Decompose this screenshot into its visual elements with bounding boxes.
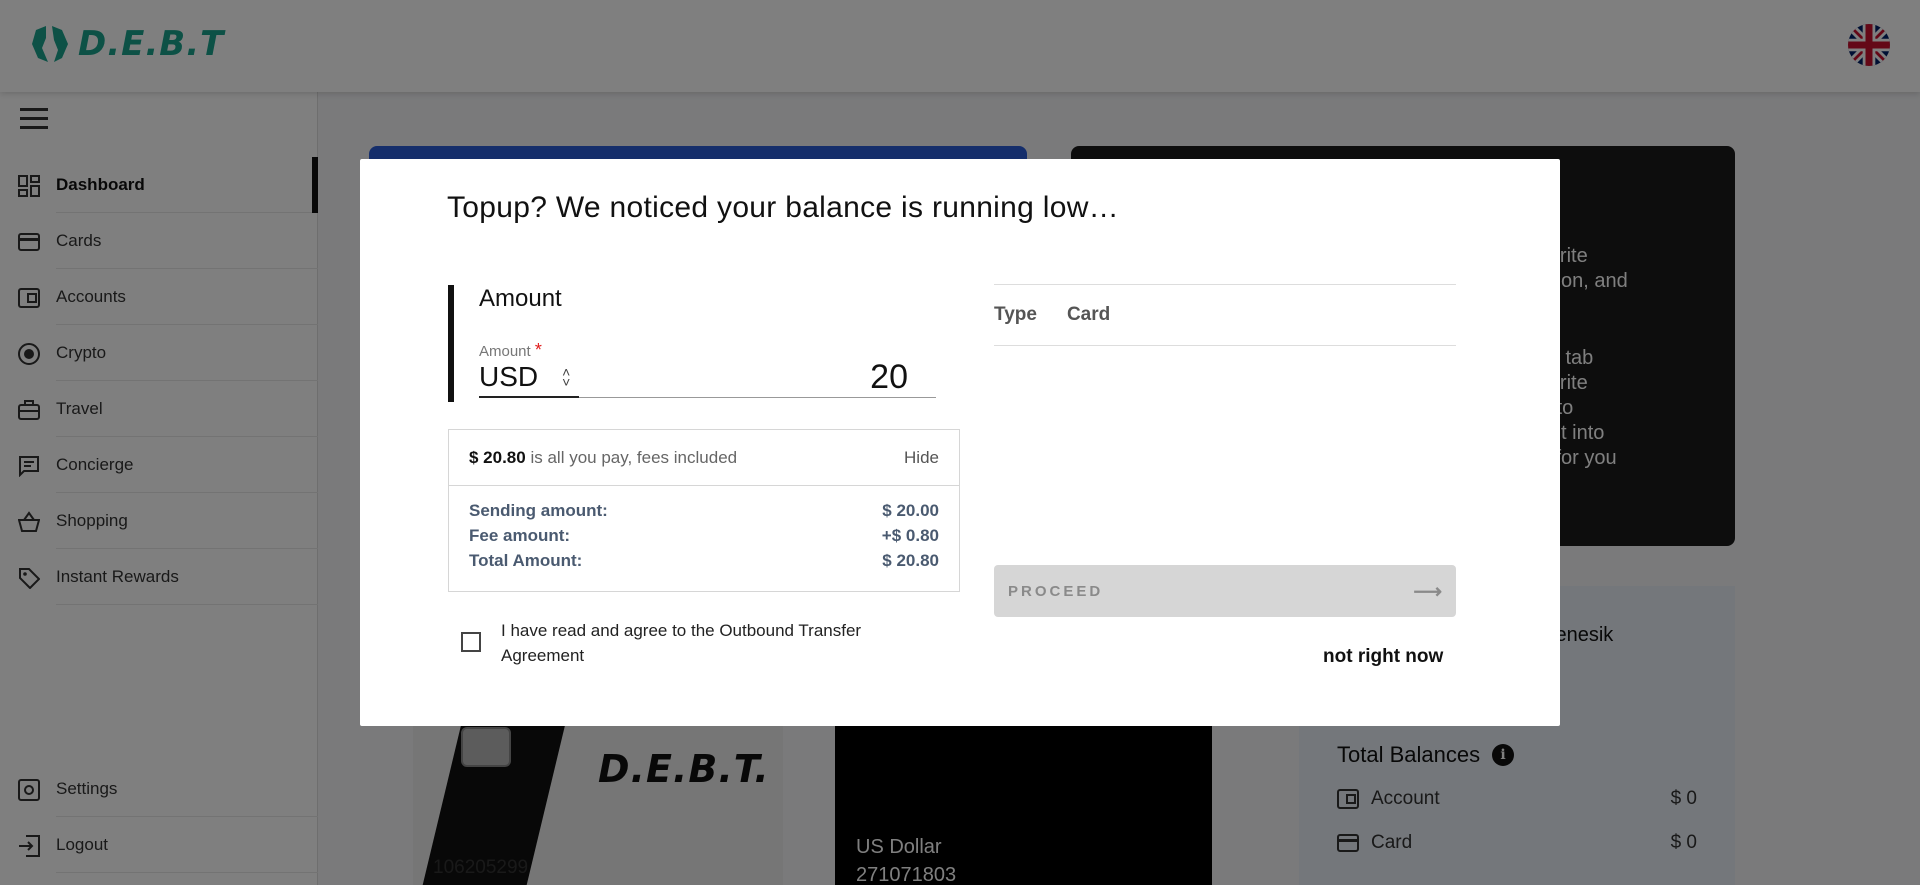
column-header-type: Type <box>994 304 1037 325</box>
select-arrows-icon: ˄ ˅ <box>562 364 571 390</box>
required-mark: * <box>534 340 542 360</box>
column-header-card: Card <box>1066 304 1111 325</box>
fee-row: Total Amount: $ 20.80 <box>469 548 939 573</box>
fee-row-label: Fee amount: <box>469 526 571 545</box>
fee-summary-box: $ 20.80 is all you pay, fees included Hi… <box>448 429 960 592</box>
agreement-row: I have read and agree to the Outbound Tr… <box>461 618 901 668</box>
fee-row: Sending amount: $ 20.00 <box>469 498 939 523</box>
fee-summary-header: $ 20.80 is all you pay, fees included Hi… <box>449 430 959 486</box>
not-right-now-button[interactable]: not right now <box>1323 646 1443 668</box>
fee-summary-caption: is all you pay, fees included <box>530 447 738 467</box>
hide-fees-button[interactable]: Hide <box>904 448 939 468</box>
fee-breakdown: Sending amount: $ 20.00 Fee amount: +$ 0… <box>449 486 959 573</box>
fee-row-value: $ 20.80 <box>882 551 939 570</box>
fee-row-value: +$ 0.80 <box>881 526 939 545</box>
arrow-right-icon: ⟶ <box>1413 580 1442 603</box>
amount-section: Amount Amount * USD ˄ ˅ 20 <box>448 285 960 402</box>
currency-value: USD <box>479 361 539 392</box>
fee-row: Fee amount: +$ 0.80 <box>469 523 939 548</box>
currency-select[interactable]: USD ˄ ˅ <box>479 358 579 398</box>
modal-title: Topup? We noticed your balance is runnin… <box>447 191 1119 224</box>
proceed-label: PROCEED <box>1008 582 1104 600</box>
fee-row-value: $ 20.00 <box>882 501 939 520</box>
proceed-button[interactable]: PROCEED ⟶ <box>994 565 1456 617</box>
topup-modal: Topup? We noticed your balance is runnin… <box>360 159 1560 726</box>
amount-heading: Amount <box>479 285 562 312</box>
funding-source-table-header: Type Card <box>994 284 1456 346</box>
fee-row-label: Total Amount: <box>469 551 583 570</box>
agreement-text[interactable]: I have read and agree to the Outbound Tr… <box>501 618 901 668</box>
amount-input[interactable]: 20 <box>579 358 936 398</box>
fee-summary-text: $ 20.80 is all you pay, fees included <box>469 448 737 468</box>
agreement-checkbox[interactable] <box>461 632 481 652</box>
fee-total: $ 20.80 <box>469 447 526 467</box>
fee-row-label: Sending amount: <box>469 501 608 520</box>
